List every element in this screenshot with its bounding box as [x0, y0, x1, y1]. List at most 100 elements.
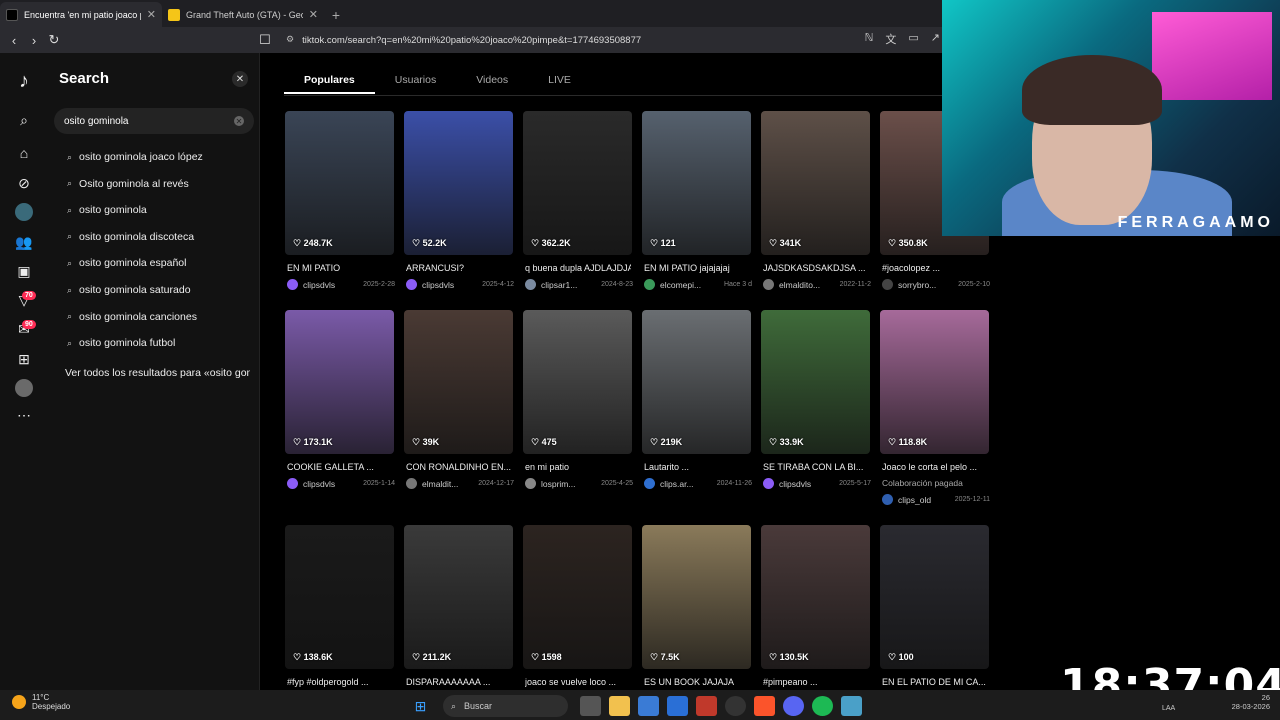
- video-card[interactable]: ♡ 121 EN MI PATIO jajajajaj elcomepi... Hac…: [642, 111, 752, 301]
- video-thumbnail[interactable]: ♡ 39K: [404, 310, 513, 454]
- video-caption[interactable]: EN EL PATIO DE MI CA...: [882, 677, 988, 687]
- video-caption[interactable]: q buena dupla AJDLAJDJA...: [525, 263, 631, 273]
- reload-icon[interactable]: ↻: [44, 30, 64, 50]
- search-suggestion[interactable]: ⌕ osito gominola futbol: [67, 337, 175, 349]
- author-avatar[interactable]: [644, 478, 655, 489]
- browser-tab-geometry[interactable]: Grand Theft Auto (GTA) - Geometry D ✕: [162, 2, 324, 27]
- search-suggestion[interactable]: ⌕ osito gominola discoteca: [67, 231, 194, 243]
- video-card[interactable]: ♡ 211.2K DISPARAAAAAAA ...: [404, 525, 513, 690]
- author-name[interactable]: clips_old: [898, 495, 955, 505]
- video-caption[interactable]: EN MI PATIO: [287, 263, 393, 273]
- video-thumbnail[interactable]: ♡ 130.5K: [761, 525, 870, 669]
- browser-tab-tiktok[interactable]: Encuentra 'en mi patio joaco pi ✕: [0, 2, 162, 27]
- back-icon[interactable]: ‹: [4, 30, 24, 50]
- video-card[interactable]: ♡ 362.2K q buena dupla AJDLAJDJA... clipsa…: [523, 111, 633, 301]
- tiktok-logo-icon[interactable]: ♪: [12, 69, 36, 93]
- search-suggestion[interactable]: ⌕ Osito gominola al revés: [67, 178, 189, 190]
- clear-search-icon[interactable]: ✕: [234, 116, 244, 126]
- author-avatar[interactable]: [406, 478, 417, 489]
- app-red-icon[interactable]: [696, 696, 717, 716]
- see-all-results-link[interactable]: Ver todos los resultados para «osito gom…: [65, 367, 250, 379]
- video-thumbnail[interactable]: ♡ 341K: [761, 111, 870, 255]
- video-thumbnail[interactable]: ♡ 211.2K: [404, 525, 513, 669]
- author-avatar[interactable]: [882, 494, 893, 505]
- system-clock[interactable]: 26 28-03-2026: [1232, 693, 1270, 711]
- author-name[interactable]: sorrybro...: [898, 280, 958, 290]
- search-input[interactable]: osito gominola ✕: [54, 108, 254, 134]
- friends-icon[interactable]: 👥: [12, 230, 36, 254]
- video-caption[interactable]: DISPARAAAAAAA ...: [406, 677, 512, 687]
- video-thumbnail[interactable]: ♡ 121: [642, 111, 751, 255]
- video-card[interactable]: ♡ 130.5K #pimpeano ...: [761, 525, 870, 690]
- video-thumbnail[interactable]: ♡ 118.8K: [880, 310, 989, 454]
- video-card[interactable]: ♡ 100 EN EL PATIO DE MI CA...: [880, 525, 989, 690]
- search-icon[interactable]: ⌕: [12, 108, 36, 132]
- author-name[interactable]: clipsar1...: [541, 280, 601, 290]
- video-thumbnail[interactable]: ♡ 1598: [523, 525, 632, 669]
- share-icon[interactable]: ↗: [931, 31, 940, 47]
- new-tab-button[interactable]: +: [324, 2, 348, 27]
- windows-start-icon[interactable]: ⊞: [410, 696, 431, 716]
- video-caption[interactable]: SE TIRABA CON LA BI...: [763, 462, 869, 472]
- bookmark-icon[interactable]: ☐: [255, 30, 275, 50]
- video-caption[interactable]: JAJSDKASDSAKDJSA ...: [763, 263, 869, 273]
- read-aloud-icon[interactable]: ℕ: [865, 31, 874, 47]
- screenshot-icon[interactable]: ▭: [908, 31, 918, 47]
- keyboard-layout[interactable]: LAA: [1162, 705, 1175, 712]
- results-tab-populares[interactable]: Populares: [284, 68, 375, 94]
- author-avatar[interactable]: [287, 478, 298, 489]
- following-avatar-icon[interactable]: [12, 200, 36, 224]
- home-icon[interactable]: ⌂: [12, 141, 36, 165]
- video-caption[interactable]: en mi patio: [525, 462, 631, 472]
- discord-icon[interactable]: [783, 696, 804, 716]
- author-name[interactable]: clipsdvls: [422, 280, 482, 290]
- author-avatar[interactable]: [882, 279, 893, 290]
- author-avatar[interactable]: [525, 478, 536, 489]
- video-card[interactable]: ♡ 52.2K ARRANCUSI? clipsdvls 2025-4-12: [404, 111, 514, 301]
- video-caption[interactable]: #pimpeano ...: [763, 677, 869, 687]
- video-card[interactable]: ♡ 1598 joaco se vuelve loco ...: [523, 525, 632, 690]
- video-card[interactable]: ♡ 475 en mi patio losprim... 2025-4-25: [523, 310, 633, 500]
- video-thumbnail[interactable]: ♡ 219K: [642, 310, 751, 454]
- forward-icon[interactable]: ›: [24, 30, 44, 50]
- upload-icon[interactable]: ⊞: [12, 347, 36, 371]
- author-name[interactable]: elcomepi...: [660, 280, 724, 290]
- author-name[interactable]: clipsdvls: [779, 479, 839, 489]
- translate-icon[interactable]: 文: [885, 31, 896, 47]
- close-icon[interactable]: ✕: [232, 71, 248, 87]
- video-caption[interactable]: Lautarito ...: [644, 462, 750, 472]
- profile-avatar-icon[interactable]: [12, 376, 36, 400]
- results-tab-videos[interactable]: Videos: [456, 68, 528, 94]
- video-card[interactable]: ♡ 341K JAJSDKASDSAKDJSA ... elmaldito... 20…: [761, 111, 871, 301]
- steam-icon[interactable]: [725, 696, 746, 716]
- close-tab-icon[interactable]: ✕: [147, 8, 156, 21]
- video-card[interactable]: ♡ 138.6K #fyp #oldperogold ...: [285, 525, 394, 690]
- brave-icon[interactable]: [754, 696, 775, 716]
- author-name[interactable]: elmaldito...: [779, 280, 840, 290]
- search-suggestion[interactable]: ⌕ osito gominola: [67, 204, 147, 216]
- author-avatar[interactable]: [525, 279, 536, 290]
- mail-icon[interactable]: [667, 696, 688, 716]
- video-thumbnail[interactable]: ♡ 362.2K: [523, 111, 632, 255]
- results-tab-usuarios[interactable]: Usuarios: [375, 68, 456, 94]
- taskbar-search[interactable]: ⌕ Buscar: [443, 695, 568, 717]
- author-avatar[interactable]: [644, 279, 655, 290]
- author-avatar[interactable]: [763, 279, 774, 290]
- video-thumbnail[interactable]: ♡ 138.6K: [285, 525, 394, 669]
- weather-widget[interactable]: 11°C Despejado: [12, 693, 70, 711]
- photos-icon[interactable]: [841, 696, 862, 716]
- video-caption[interactable]: #joacolopez ...: [882, 263, 988, 273]
- author-avatar[interactable]: [287, 279, 298, 290]
- store-icon[interactable]: [638, 696, 659, 716]
- search-suggestion[interactable]: ⌕ osito gominola español: [67, 257, 186, 269]
- video-thumbnail[interactable]: ♡ 248.7K: [285, 111, 394, 255]
- close-tab-icon[interactable]: ✕: [309, 8, 318, 21]
- video-card[interactable]: ♡ 248.7K EN MI PATIO clipsdvls 2025-2-28: [285, 111, 395, 301]
- author-avatar[interactable]: [406, 279, 417, 290]
- video-thumbnail[interactable]: ♡ 33.9K: [761, 310, 870, 454]
- author-name[interactable]: clipsdvls: [303, 479, 363, 489]
- task-view-icon[interactable]: [580, 696, 601, 716]
- author-name[interactable]: losprim...: [541, 479, 601, 489]
- video-card[interactable]: ♡ 33.9K SE TIRABA CON LA BI... clipsdvls 20…: [761, 310, 871, 500]
- file-explorer-icon[interactable]: [609, 696, 630, 716]
